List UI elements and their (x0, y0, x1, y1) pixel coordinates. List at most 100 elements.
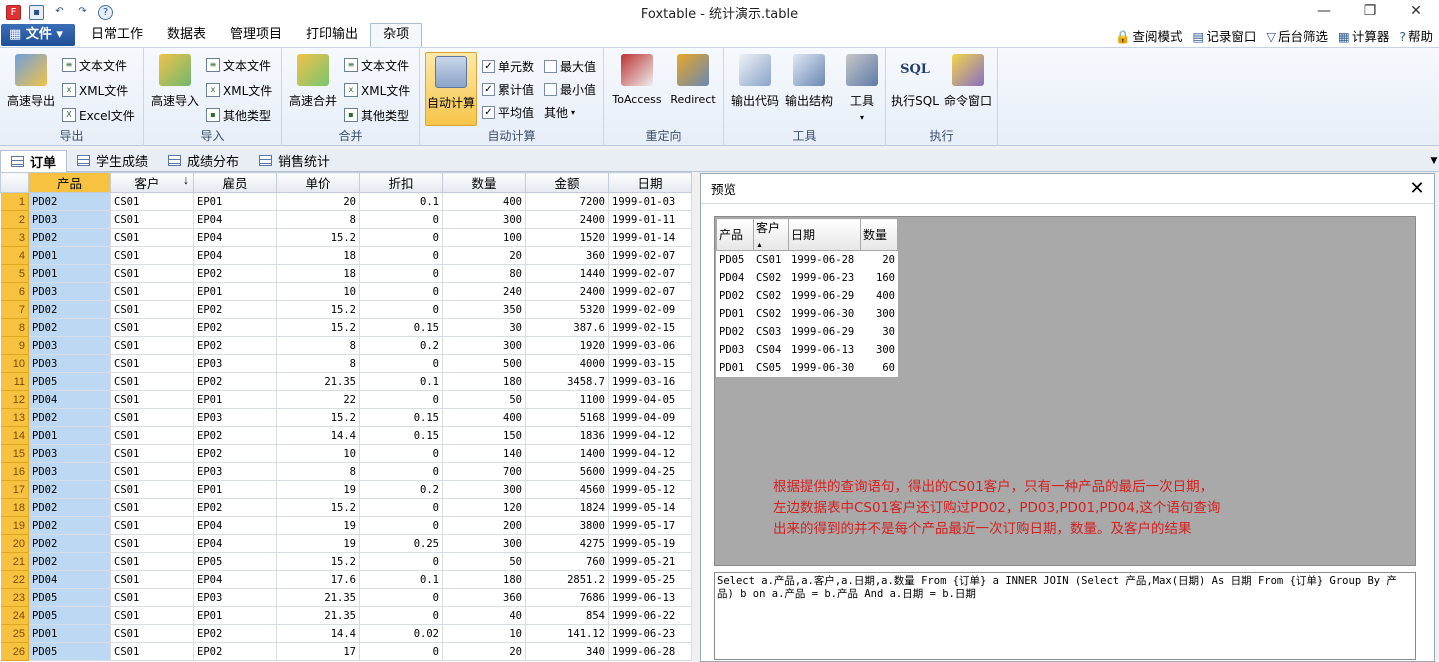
table-cell[interactable]: 20 (276, 192, 360, 211)
table-cell[interactable]: 3458.7 (525, 372, 609, 391)
table-cell[interactable]: 0.1 (359, 372, 443, 391)
table-cell[interactable]: 7686 (525, 588, 609, 607)
table-cell[interactable]: 240 (442, 282, 526, 301)
row-number[interactable]: 22 (0, 570, 29, 589)
table-row[interactable]: 25 PD01 CS01 EP02 14.4 0.02 10 141.12 1999-06-23 (0, 624, 692, 643)
table-cell[interactable]: CS01 (110, 318, 194, 337)
undo-icon[interactable]: ↶ (52, 5, 67, 20)
result-cell[interactable]: PD01 (716, 304, 754, 323)
table-cell[interactable]: 1999-06-28 (608, 642, 692, 661)
table-cell[interactable]: EP03 (193, 462, 277, 481)
table-cell[interactable]: 4275 (525, 534, 609, 553)
table-cell[interactable]: EP02 (193, 336, 277, 355)
table-cell[interactable]: 8 (276, 354, 360, 373)
help-link[interactable]: ? 帮助 (1399, 26, 1433, 45)
row-number[interactable]: 25 (0, 624, 29, 643)
result-cell[interactable]: 60 (860, 358, 898, 377)
result-cell[interactable]: 300 (860, 340, 898, 359)
export-excel-button[interactable]: X Excel文件 (62, 105, 135, 125)
row-number[interactable]: 13 (0, 408, 29, 427)
table-cell[interactable]: 1999-05-12 (608, 480, 692, 499)
table-cell[interactable]: 140 (442, 444, 526, 463)
table-cell[interactable]: EP01 (193, 606, 277, 625)
table-cell[interactable]: 1999-02-09 (608, 300, 692, 319)
table-cell[interactable]: PD01 (28, 624, 111, 643)
row-number[interactable]: 5 (0, 264, 29, 283)
table-cell[interactable]: 340 (525, 642, 609, 661)
table-cell[interactable]: 300 (442, 210, 526, 229)
result-cell[interactable]: PD05 (716, 250, 754, 269)
table-cell[interactable]: 7200 (525, 192, 609, 211)
row-number[interactable]: 3 (0, 228, 29, 247)
tab-score-distribution[interactable]: 成绩分布 (158, 150, 249, 172)
redo-icon[interactable]: ↷ (75, 5, 90, 20)
table-cell[interactable]: PD05 (28, 372, 111, 391)
table-cell[interactable]: 360 (525, 246, 609, 265)
table-cell[interactable]: 10 (442, 624, 526, 643)
table-cell[interactable]: PD05 (28, 642, 111, 661)
column-header[interactable]: 雇员 (193, 172, 277, 193)
table-cell[interactable]: 30 (442, 318, 526, 337)
table-cell[interactable]: 400 (442, 408, 526, 427)
table-row[interactable]: 17 PD02 CS01 EP01 19 0.2 300 4560 1999-05-12 (0, 480, 692, 499)
table-cell[interactable]: 3800 (525, 516, 609, 535)
check-min[interactable]: 最小值 (544, 79, 596, 99)
redirect-button[interactable]: Redirect (668, 54, 718, 106)
table-cell[interactable]: 1999-06-23 (608, 624, 692, 643)
table-cell[interactable]: 18 (276, 264, 360, 283)
row-number[interactable]: 15 (0, 444, 29, 463)
table-cell[interactable]: 0 (359, 606, 443, 625)
table-cell[interactable]: 150 (442, 426, 526, 445)
bg-filter-link[interactable]: ▽ 后台筛选 (1266, 26, 1328, 45)
table-cell[interactable]: EP02 (193, 426, 277, 445)
table-cell[interactable]: PD04 (28, 570, 111, 589)
table-cell[interactable]: PD01 (28, 264, 111, 283)
table-cell[interactable]: 8 (276, 210, 360, 229)
table-cell[interactable]: EP04 (193, 534, 277, 553)
table-cell[interactable]: 8 (276, 336, 360, 355)
table-cell[interactable]: CS01 (110, 624, 194, 643)
table-cell[interactable]: EP05 (193, 552, 277, 571)
table-cell[interactable]: 0 (359, 552, 443, 571)
result-row[interactable]: PD02 CS03 1999-06-29 30 (716, 322, 898, 341)
table-cell[interactable]: 0.25 (359, 534, 443, 553)
result-cell[interactable]: CS02 (753, 268, 789, 287)
table-cell[interactable]: 180 (442, 570, 526, 589)
row-number[interactable]: 8 (0, 318, 29, 337)
merge-text-button[interactable]: ≡ 文本文件 (344, 55, 409, 75)
row-number[interactable]: 14 (0, 426, 29, 445)
table-cell[interactable]: 0 (359, 354, 443, 373)
table-cell[interactable]: 2400 (525, 210, 609, 229)
row-number[interactable]: 1 (0, 192, 29, 211)
table-cell[interactable]: EP04 (193, 516, 277, 535)
result-cell[interactable]: PD04 (716, 268, 754, 287)
table-cell[interactable]: CS01 (110, 210, 194, 229)
table-cell[interactable]: 0.02 (359, 624, 443, 643)
table-cell[interactable]: 1999-02-07 (608, 246, 692, 265)
table-cell[interactable]: 387.6 (525, 318, 609, 337)
result-cell[interactable]: 1999-06-29 (788, 286, 861, 305)
column-header[interactable]: 折扣 (359, 172, 443, 193)
table-cell[interactable]: PD03 (28, 282, 111, 301)
table-cell[interactable]: 0.1 (359, 570, 443, 589)
table-cell[interactable]: CS01 (110, 408, 194, 427)
table-cell[interactable]: EP02 (193, 498, 277, 517)
row-number[interactable]: 2 (0, 210, 29, 229)
tab-print[interactable]: 打印输出 (294, 24, 370, 47)
result-row[interactable]: PD03 CS04 1999-06-13 300 (716, 340, 898, 359)
table-cell[interactable]: 40 (442, 606, 526, 625)
result-cell[interactable]: 300 (860, 304, 898, 323)
table-row[interactable]: 16 PD03 CS01 EP03 8 0 700 5600 1999-04-25 (0, 462, 692, 481)
table-cell[interactable]: 1999-02-07 (608, 264, 692, 283)
table-cell[interactable]: 15.2 (276, 228, 360, 247)
result-cell[interactable]: 1999-06-28 (788, 250, 861, 269)
merge-xml-button[interactable]: x XML文件 (344, 80, 410, 100)
autocalc-button[interactable]: 自动计算 (425, 52, 477, 126)
result-column-header[interactable]: 日期 (788, 218, 861, 251)
row-number[interactable]: 6 (0, 282, 29, 301)
table-cell[interactable]: PD03 (28, 462, 111, 481)
table-cell[interactable]: 22 (276, 390, 360, 409)
close-icon[interactable]: ✕ (1393, 0, 1439, 24)
table-cell[interactable]: 1999-01-14 (608, 228, 692, 247)
table-row[interactable]: 3 PD02 CS01 EP04 15.2 0 100 1520 1999-01-14 (0, 228, 692, 247)
